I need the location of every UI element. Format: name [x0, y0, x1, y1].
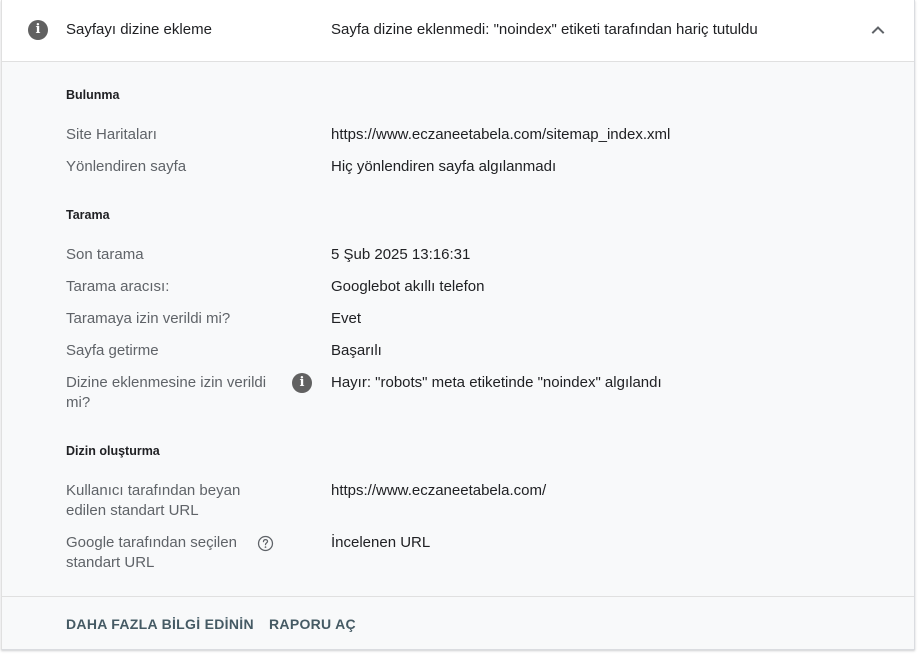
row-value-user-canonical: https://www.eczaneetabela.com/: [331, 482, 547, 499]
row-label-indexing-allowed: Dizine eklenmesine izin verildi mi?: [66, 374, 267, 411]
header-title: Sayfayı dizine ekleme: [66, 21, 212, 38]
section-title-indexing: Dizin oluşturma: [66, 444, 160, 458]
section-title-discovery: Bulunma: [66, 88, 120, 102]
row-value-crawl-allowed: Evet: [331, 310, 362, 327]
row-label-crawler: Tarama aracısı:: [66, 278, 170, 295]
row-label-google-canonical: Google tarafından seçilen standart URL: [66, 534, 237, 571]
open-report-link[interactable]: RAPORU AÇ: [269, 616, 356, 632]
row-label-crawl-allowed: Taramaya izin verildi mi?: [66, 310, 231, 327]
row-label-user-canonical: Kullanıcı tarafından beyan edilen standa…: [66, 482, 241, 519]
learn-more-link[interactable]: DAHA FAZLA BİLGİ EDİNİN: [66, 616, 254, 632]
row-value-sitemaps: https://www.eczaneetabela.com/sitemap_in…: [331, 126, 671, 143]
row-value-page-fetch: Başarılı: [331, 342, 382, 359]
row-value-referring-page: Hiç yönlendiren sayfa algılanmadı: [331, 158, 557, 175]
indexing-status: Sayfa dizine eklenmedi: "noindex" etiket…: [331, 21, 758, 38]
row-label-page-fetch: Sayfa getirme: [66, 342, 159, 359]
row-value-crawler: Googlebot akıllı telefon: [331, 278, 485, 295]
row-label-referring-page: Yönlendiren sayfa: [66, 158, 187, 175]
panel-footer: DAHA FAZLA BİLGİ EDİNİN RAPORU AÇ: [2, 596, 914, 649]
row-value-google-canonical: İncelenen URL: [331, 534, 431, 551]
row-label-last-crawl: Son tarama: [66, 246, 144, 263]
info-icon: i: [28, 20, 48, 40]
section-title-crawl: Tarama: [66, 208, 110, 222]
row-value-indexing-allowed: Hayır: "robots" meta etiketinde "noindex…: [331, 374, 662, 391]
info-icon[interactable]: i: [292, 373, 312, 393]
row-value-last-crawl: 5 Şub 2025 13:16:31: [331, 246, 471, 263]
page-indexing-header[interactable]: i Sayfayı dizine ekleme Sayfa dizine ekl…: [2, 0, 914, 62]
page-indexing-panel: i Sayfayı dizine ekleme Sayfa dizine ekl…: [1, 0, 915, 650]
help-icon[interactable]: [257, 535, 274, 552]
chevron-up-icon[interactable]: [868, 20, 888, 40]
row-label-sitemaps: Site Haritaları: [66, 126, 157, 143]
